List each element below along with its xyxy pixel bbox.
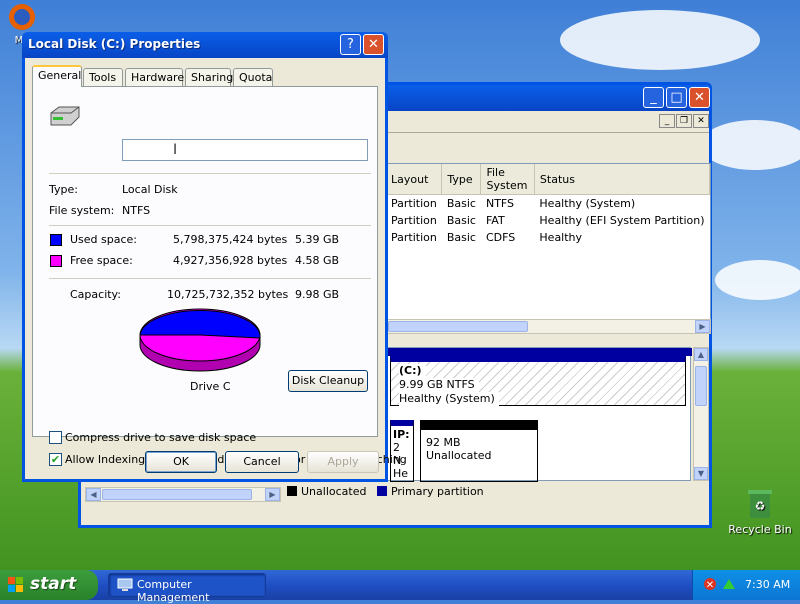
free-space-gb: 4.58 GB <box>295 254 340 267</box>
start-label: start <box>30 574 77 594</box>
network-icon[interactable] <box>721 577 737 591</box>
text-cursor-icon: I <box>173 142 178 158</box>
separator <box>49 225 371 226</box>
inner-restore-button[interactable]: ❐ <box>676 114 692 128</box>
disk-usage-pie <box>139 308 261 372</box>
inner-close-button[interactable]: ✕ <box>693 114 709 128</box>
scroll-left-arrow[interactable]: ◀ <box>86 488 101 501</box>
scroll-thumb[interactable] <box>695 366 707 406</box>
free-space-bytes: 4,927,356,928 bytes <box>173 254 288 267</box>
hard-drive-icon <box>50 106 80 126</box>
scroll-thumb[interactable] <box>388 321 528 332</box>
computer-icon <box>117 578 133 591</box>
legend-swatch-unallocated <box>287 486 297 496</box>
close-button[interactable]: ✕ <box>689 87 710 108</box>
scroll-up-arrow[interactable]: ▲ <box>694 348 708 361</box>
used-space-bytes: 5,798,375,424 bytes <box>173 233 288 246</box>
partition-ip[interactable]: IP: 2 N He <box>390 420 414 482</box>
table-row[interactable]: Partition Basic NTFS Healthy (System) <box>386 195 710 213</box>
column-header-type[interactable]: Type <box>441 164 482 195</box>
disk-map-vscrollbar[interactable]: ▲ ▼ <box>693 347 709 481</box>
minimize-button[interactable]: _ <box>643 87 664 108</box>
tab-tools[interactable]: Tools <box>83 68 123 87</box>
disk-bar <box>386 348 692 356</box>
disk-map: (C:) 9.99 GB NTFS Healthy (System) IP: 2… <box>385 347 692 482</box>
taskbar-item-label: Computer Management <box>137 578 210 604</box>
taskbar: start Computer Management ✕ 7:30 AM <box>0 570 800 604</box>
inner-minimize-button[interactable]: _ <box>659 114 675 128</box>
close-button[interactable]: ✕ <box>363 34 384 55</box>
tab-quota[interactable]: Quota <box>233 68 273 87</box>
scroll-right-arrow[interactable]: ▶ <box>695 320 710 333</box>
disk-legend: Unallocated Primary partition <box>287 485 484 498</box>
used-space-gb: 5.39 GB <box>295 233 340 246</box>
separator <box>49 278 371 279</box>
cloud <box>715 260 800 300</box>
general-tab-panel: I Type: Local Disk File system: NTFS Use… <box>32 86 407 466</box>
type-value: Local Disk <box>122 183 178 196</box>
capacity-bytes: 10,725,732,352 bytes <box>167 288 289 301</box>
tab-sharing[interactable]: Sharing <box>185 68 233 87</box>
column-header-file-system[interactable]: File System <box>480 164 535 195</box>
svg-text:♻: ♻ <box>755 499 766 513</box>
tree-hscrollbar[interactable]: ◀ ▶ <box>85 487 281 502</box>
volume-list-hscrollbar[interactable]: ▶ <box>385 319 711 334</box>
volume-list: Layout Type File System Status Partition… <box>385 163 711 321</box>
compress-label[interactable]: Compress drive to save disk space <box>65 431 256 444</box>
dialog-title: Local Disk (C:) Properties <box>28 37 201 51</box>
security-alert-icon[interactable]: ✕ <box>703 577 717 591</box>
legend-swatch-primary <box>376 486 387 496</box>
scroll-thumb[interactable] <box>102 489 252 500</box>
unallocated-partition[interactable]: 92 MB Unallocated <box>420 420 538 482</box>
help-button[interactable]: ? <box>340 34 361 55</box>
used-space-label: Used space: <box>70 233 138 246</box>
drive-label: Drive C <box>190 380 231 393</box>
firefox-icon <box>9 4 35 30</box>
cloud <box>560 10 760 70</box>
column-header-layout[interactable]: Layout <box>386 164 443 195</box>
used-space-swatch <box>50 234 62 246</box>
volume-name-input[interactable]: I <box>122 139 368 161</box>
taskbar-item-computer-management[interactable]: Computer Management <box>108 573 266 604</box>
file-system-value: NTFS <box>122 204 151 217</box>
scroll-down-arrow[interactable]: ▼ <box>694 467 708 480</box>
free-space-swatch <box>50 255 62 267</box>
cloud <box>700 120 800 170</box>
type-label: Type: <box>49 183 78 196</box>
table-row[interactable]: Partition Basic FAT Healthy (EFI System … <box>386 212 710 229</box>
tab-hardware[interactable]: Hardware <box>125 68 184 87</box>
svg-text:✕: ✕ <box>706 580 714 591</box>
separator <box>49 173 371 174</box>
maximize-button[interactable]: □ <box>666 87 687 108</box>
column-header-status[interactable]: Status <box>534 164 711 195</box>
capacity-label: Capacity: <box>70 288 121 301</box>
indexing-checkbox[interactable]: ✔ <box>49 453 62 466</box>
file-system-label: File system: <box>49 204 115 217</box>
desktop-icon-label: Recycle Bin <box>728 523 792 536</box>
clock[interactable]: 7:30 AM <box>745 578 790 591</box>
cancel-button[interactable]: Cancel <box>225 451 299 473</box>
table-row[interactable]: Partition Basic CDFS Healthy <box>386 229 710 246</box>
partition-c[interactable]: (C:) 9.99 GB NTFS Healthy (System) <box>390 356 686 406</box>
capacity-gb: 9.98 GB <box>295 288 340 301</box>
compress-checkbox[interactable] <box>49 431 62 444</box>
windows-flag-icon <box>8 577 23 592</box>
ok-button[interactable]: OK <box>145 451 217 473</box>
pie-used-slice <box>139 309 261 339</box>
system-tray: ✕ 7:30 AM <box>692 570 800 600</box>
apply-button[interactable]: Apply <box>307 451 379 473</box>
desktop-icon-recycle-bin[interactable]: ♻ Recycle Bin <box>725 488 795 536</box>
dialog-titlebar[interactable]: Local Disk (C:) Properties ? ✕ <box>22 32 388 58</box>
properties-dialog: Local Disk (C:) Properties ? ✕ General T… <box>22 32 407 482</box>
start-button[interactable]: start <box>0 570 98 600</box>
disk-cleanup-button[interactable]: Disk Cleanup <box>288 370 368 392</box>
recycle-bin-icon: ♻ <box>748 490 772 518</box>
tab-general[interactable]: General <box>32 65 82 87</box>
scroll-right-arrow[interactable]: ▶ <box>265 488 280 501</box>
free-space-label: Free space: <box>70 254 133 267</box>
